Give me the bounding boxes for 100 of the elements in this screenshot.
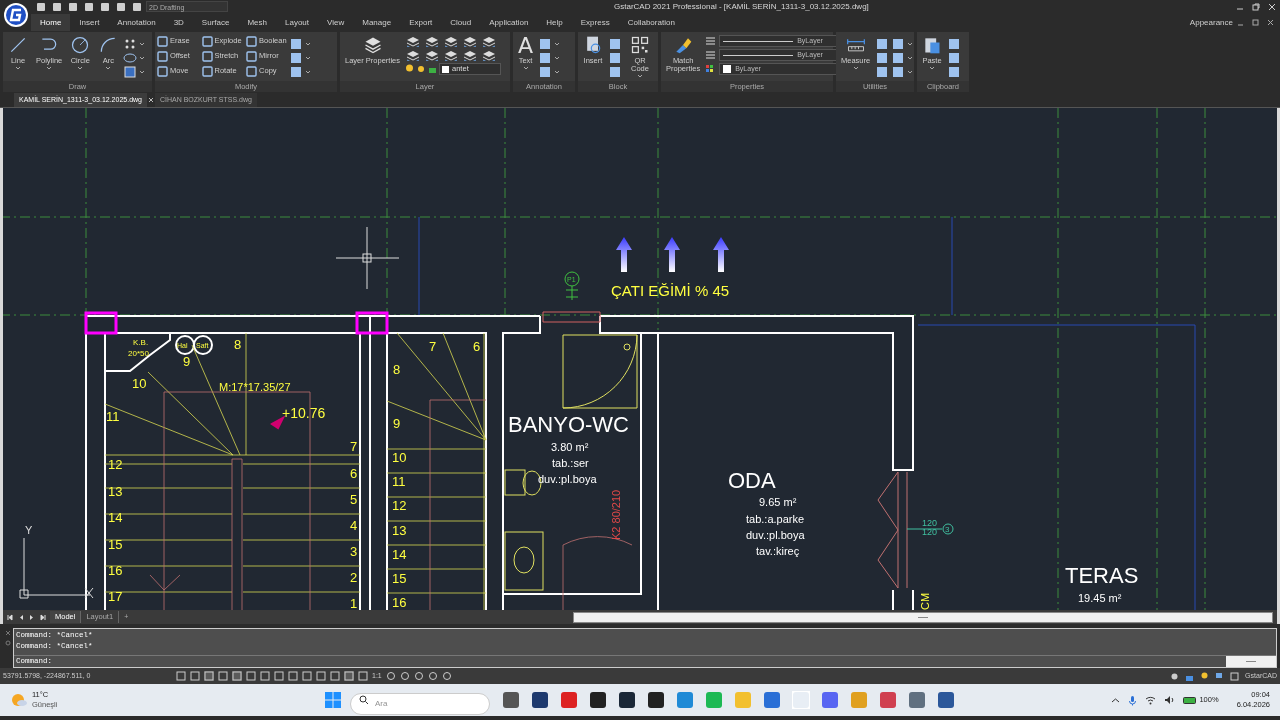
chevron-up-icon[interactable] <box>1111 695 1121 705</box>
close-icon[interactable] <box>1267 19 1274 26</box>
drawing-label: 2 <box>350 570 358 585</box>
horizontal-scrollbar[interactable] <box>573 611 1273 623</box>
start-icon[interactable] <box>324 691 342 709</box>
caret-icon[interactable] <box>15 65 21 71</box>
caret-icon[interactable] <box>907 69 914 75</box>
previous-icon[interactable] <box>18 613 24 621</box>
battery-icon[interactable] <box>1183 695 1198 705</box>
ribbon-tab[interactable]: Export <box>400 14 442 31</box>
circle-icon <box>70 35 91 55</box>
drawing-label: 120 <box>922 527 938 537</box>
caret-icon[interactable] <box>907 41 914 47</box>
drawing-label: 10 <box>132 376 147 391</box>
last-icon[interactable] <box>40 613 46 621</box>
caret-icon[interactable] <box>637 73 643 79</box>
qr-code-icon <box>630 35 650 55</box>
drawing-label: duv.:pl.boya <box>538 473 597 485</box>
drawing-label: 9.65 m² <box>759 496 797 508</box>
search-field[interactable]: Ara <box>350 692 490 715</box>
ribbon-tab[interactable]: Collaboration <box>618 14 684 31</box>
drawing-label: 5 <box>350 492 358 507</box>
caret-icon[interactable] <box>522 65 529 71</box>
caret-icon[interactable] <box>77 65 84 71</box>
next-icon[interactable] <box>29 613 35 621</box>
sun-icon[interactable] <box>416 64 427 74</box>
ribbon-tab[interactable]: Insert <box>70 14 109 31</box>
ribbon-tab[interactable]: Manage <box>353 14 401 31</box>
bulb-icon[interactable] <box>1200 671 1210 681</box>
drawing-label: 12 <box>392 498 407 513</box>
drawing-label: 4 <box>350 518 358 533</box>
drawing-label: 13 <box>392 523 407 538</box>
caret-icon[interactable] <box>304 55 311 61</box>
drawing-label: BANYO-WC <box>508 412 629 437</box>
caret-icon[interactable] <box>105 65 112 71</box>
caret-icon[interactable] <box>907 55 914 61</box>
drawing-label: 7 <box>350 439 358 454</box>
app-icon[interactable] <box>502 691 520 709</box>
caret-icon[interactable] <box>554 41 561 47</box>
caret-icon[interactable] <box>554 55 561 61</box>
ribbon-tab[interactable]: Application <box>480 14 538 31</box>
speaker-icon[interactable] <box>1164 695 1176 705</box>
caret-icon[interactable] <box>46 65 53 71</box>
restore-icon[interactable] <box>1252 2 1260 11</box>
drawing-label: Y <box>25 524 33 536</box>
ribbon-tab[interactable]: 3D <box>164 14 193 31</box>
app-icon[interactable] <box>589 691 607 709</box>
crosshair-cursor-icon <box>335 226 400 290</box>
caret-icon[interactable] <box>304 69 311 75</box>
drawing-label: 7 <box>429 339 437 354</box>
ribbon-tab[interactable]: Annotation <box>108 14 165 31</box>
caret-icon[interactable] <box>304 41 311 47</box>
close-icon[interactable] <box>1268 2 1276 11</box>
drawing-label: 19.45 m² <box>1078 592 1122 604</box>
first-icon[interactable] <box>7 613 13 621</box>
app-icon[interactable] <box>647 691 665 709</box>
caret-icon[interactable] <box>554 69 561 75</box>
ribbon-tab[interactable]: Cloud <box>441 14 481 31</box>
caret-icon[interactable] <box>139 69 146 75</box>
drawing-label: K.B. <box>133 338 149 347</box>
caret-icon[interactable] <box>139 41 146 47</box>
ribbon-tab[interactable]: Help <box>537 14 572 31</box>
drawing-label: ODA <box>728 468 776 493</box>
drawing-label: tab.:ser <box>552 457 589 469</box>
caret-icon[interactable] <box>852 65 859 71</box>
line-icon <box>8 35 28 55</box>
ellipse-icon[interactable] <box>123 51 138 65</box>
restore-icon[interactable] <box>1252 19 1259 26</box>
drawing-label: 12 <box>108 457 123 472</box>
drawing-label: 6 <box>350 466 358 481</box>
drawing-label: CM <box>919 592 931 610</box>
ribbon-tab[interactable]: Express <box>571 14 619 31</box>
drawing-label: 10 <box>392 450 407 465</box>
app-icon[interactable] <box>937 691 955 709</box>
microphone-icon[interactable] <box>1128 694 1138 706</box>
caret-icon[interactable] <box>139 55 146 61</box>
drawing-label: 14 <box>392 547 407 562</box>
drawing-label: K2 80/210 <box>610 489 622 540</box>
drawing-label: 17 <box>108 589 123 604</box>
drawing-label: 3.80 m² <box>551 441 589 453</box>
drawing-label: 1 <box>350 596 358 610</box>
hatch-icon[interactable] <box>123 65 138 79</box>
caret-icon[interactable] <box>929 65 935 71</box>
ribbon-tab[interactable]: Home <box>31 14 71 31</box>
ribbon-tab[interactable]: Surface <box>192 14 239 31</box>
drawing-label: 8 <box>393 362 401 377</box>
command-scroll-thumb[interactable] <box>1226 656 1276 667</box>
wifi-icon[interactable] <box>1145 695 1157 705</box>
ribbon-tab[interactable]: View <box>318 14 354 31</box>
app-icon[interactable] <box>531 691 549 709</box>
drawing-label: 11 <box>392 474 406 489</box>
app-icon[interactable] <box>618 691 636 709</box>
ribbon-tab[interactable]: Layout <box>276 14 319 31</box>
drawing-label: 16 <box>108 563 123 578</box>
drawing-label: tav.:kireç <box>756 545 800 557</box>
ribbon-tab[interactable]: Mesh <box>238 14 276 31</box>
appearance-menu[interactable]: Appearance <box>1185 14 1237 31</box>
bulb-icon[interactable] <box>405 64 415 74</box>
drawing-label: TERAS <box>1065 563 1139 588</box>
arrow-icon <box>713 237 729 272</box>
